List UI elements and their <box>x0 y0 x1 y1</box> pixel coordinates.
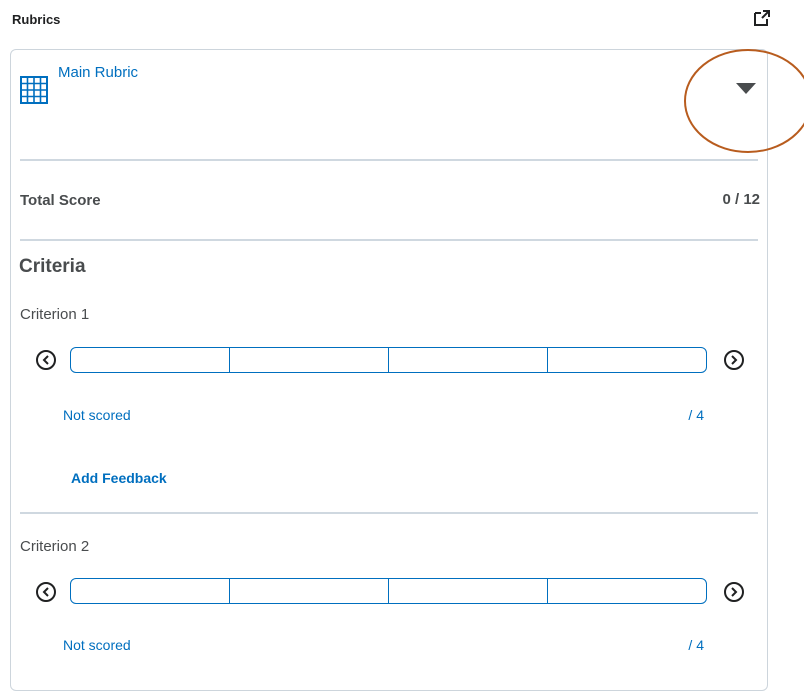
level-cell[interactable] <box>389 348 548 372</box>
panel-title: Rubrics <box>12 12 61 27</box>
chevron-left-icon[interactable] <box>36 582 56 602</box>
total-score-label: Total Score <box>20 192 101 209</box>
score-status-link[interactable]: Not scored <box>63 407 131 423</box>
chevron-right-icon[interactable] <box>724 582 744 602</box>
level-cell[interactable] <box>230 579 389 603</box>
popout-icon[interactable] <box>752 8 772 28</box>
criterion-label: Criterion 1 <box>20 306 90 323</box>
criterion-label: Criterion 2 <box>20 538 90 555</box>
criteria-heading: Criteria <box>19 256 86 277</box>
level-cell[interactable] <box>548 348 706 372</box>
criterion-levels <box>70 578 707 604</box>
level-cell[interactable] <box>71 348 230 372</box>
chevron-left-icon[interactable] <box>36 350 56 370</box>
level-cell[interactable] <box>71 579 230 603</box>
score-out-of: / 4 <box>688 407 704 423</box>
score-out-of: / 4 <box>688 637 704 653</box>
level-cell[interactable] <box>389 579 548 603</box>
add-feedback-button[interactable]: Add Feedback <box>71 470 167 486</box>
total-score-value: 0 / 12 <box>722 191 760 208</box>
score-status-link[interactable]: Not scored <box>63 637 131 653</box>
divider <box>20 512 758 514</box>
divider <box>20 159 758 161</box>
level-cell[interactable] <box>230 348 389 372</box>
criterion-levels <box>70 347 707 373</box>
chevron-right-icon[interactable] <box>724 350 744 370</box>
caret-down-icon[interactable] <box>734 80 758 96</box>
grid-icon <box>20 76 48 104</box>
rubric-name-link[interactable]: Main Rubric <box>58 64 138 81</box>
divider <box>20 239 758 241</box>
level-cell[interactable] <box>548 579 706 603</box>
